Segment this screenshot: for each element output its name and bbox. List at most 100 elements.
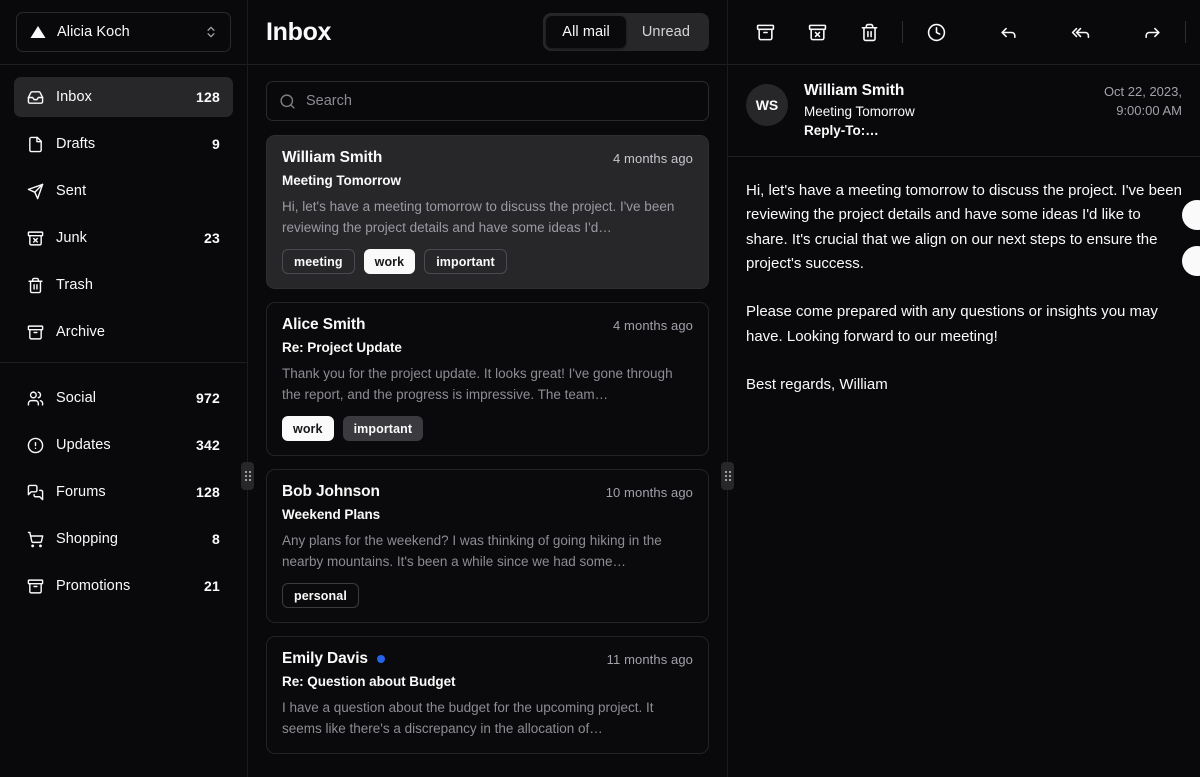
list-resize-handle[interactable]	[727, 0, 728, 777]
mail-label-badge[interactable]: personal	[282, 583, 359, 608]
file-icon	[27, 136, 44, 153]
mail-timestamp: 4 months ago	[613, 318, 693, 333]
mail-list: William Smith 4 months ago Meeting Tomor…	[248, 131, 727, 777]
forward-icon	[1143, 23, 1162, 42]
mail-list-item[interactable]: Alice Smith 4 months ago Re: Project Upd…	[266, 302, 709, 456]
archive-x-icon	[808, 23, 827, 42]
sidebar-resize-handle[interactable]	[247, 0, 248, 777]
tab-unread[interactable]: Unread	[626, 16, 706, 48]
archive-icon	[27, 324, 44, 341]
reader-body: Hi, let's have a meeting tomorrow to dis…	[728, 157, 1200, 777]
trash-button[interactable]	[850, 13, 888, 51]
account-name: Alicia Koch	[57, 24, 204, 40]
sidebar: Alicia Koch Inbox 128 Dra	[0, 0, 248, 777]
sidebar-item-label: Archive	[56, 324, 220, 340]
alert-circle-icon	[27, 437, 44, 454]
reader-subject: Meeting Tomorrow	[804, 104, 1050, 119]
archive-button[interactable]	[746, 13, 784, 51]
mail-preview: Any plans for the weekend? I was thinkin…	[282, 531, 693, 572]
page-title: Inbox	[266, 18, 331, 47]
forward-button[interactable]	[1133, 13, 1171, 51]
mail-list-item[interactable]: Bob Johnson 10 months ago Weekend Plans …	[266, 469, 709, 623]
mail-list-column: Inbox All mail Unread William Smith 4 mo…	[248, 0, 728, 777]
avatar: WS	[746, 84, 788, 126]
reader-reply-to: Reply-To:…	[804, 123, 1050, 138]
sidebar-item-count: 128	[196, 89, 220, 105]
sidebar-item-trash[interactable]: Trash	[14, 265, 233, 305]
mail-label-badge[interactable]: work	[364, 249, 416, 274]
toolbar-divider	[1185, 21, 1186, 43]
sidebar-item-sent[interactable]: Sent	[14, 171, 233, 211]
sidebar-item-inbox[interactable]: Inbox 128	[14, 77, 233, 117]
sidebar-item-social[interactable]: Social 972	[14, 378, 233, 418]
sidebar-item-label: Promotions	[56, 578, 204, 594]
mail-sender: Bob Johnson	[282, 483, 380, 501]
sidebar-item-forums[interactable]: Forums 128	[14, 472, 233, 512]
mail-subject: Re: Question about Budget	[282, 674, 693, 689]
users-icon	[27, 390, 44, 407]
account-zone: Alicia Koch	[0, 0, 247, 65]
mail-preview: Hi, let's have a meeting tomorrow to dis…	[282, 197, 693, 238]
sidebar-item-promotions[interactable]: Promotions 21	[14, 566, 233, 606]
mail-subject: Meeting Tomorrow	[282, 173, 693, 188]
sidebar-item-count: 128	[196, 484, 220, 500]
reply-button[interactable]	[989, 13, 1027, 51]
sidebar-item-archive[interactable]: Archive	[14, 312, 233, 352]
triangle-logo-icon	[29, 23, 47, 41]
snooze-button[interactable]	[917, 13, 955, 51]
unread-indicator-dot	[377, 655, 385, 663]
mail-timestamp: 4 months ago	[613, 151, 693, 166]
mail-label-badge[interactable]: meeting	[282, 249, 355, 274]
sidebar-item-shopping[interactable]: Shopping 8	[14, 519, 233, 559]
mail-app: Alicia Koch Inbox 128 Dra	[0, 0, 1200, 777]
archive-x-icon	[27, 230, 44, 247]
sidebar-item-count: 23	[204, 230, 220, 246]
mail-preview: I have a question about the budget for t…	[282, 698, 693, 739]
reader-toolbar	[728, 0, 1200, 65]
mail-list-item[interactable]: William Smith 4 months ago Meeting Tomor…	[266, 135, 709, 289]
search-zone	[248, 65, 727, 131]
junk-button[interactable]	[798, 13, 836, 51]
mail-label-badge[interactable]: important	[343, 416, 424, 441]
toolbar-divider	[902, 21, 903, 43]
search-box[interactable]	[266, 81, 709, 121]
sidebar-item-junk[interactable]: Junk 23	[14, 218, 233, 258]
search-icon	[279, 93, 296, 110]
reader-meta: William Smith Meeting Tomorrow Reply-To:…	[804, 82, 1050, 138]
mail-timestamp: 10 months ago	[606, 485, 693, 500]
sidebar-item-label: Junk	[56, 230, 204, 246]
sidebar-item-count: 21	[204, 578, 220, 594]
sidebar-item-label: Sent	[56, 183, 220, 199]
sidebar-item-label: Shopping	[56, 531, 212, 547]
shopping-cart-icon	[27, 531, 44, 548]
reply-icon	[999, 23, 1018, 42]
archive-icon	[27, 578, 44, 595]
sidebar-item-count: 8	[212, 531, 220, 547]
sidebar-item-label: Drafts	[56, 136, 212, 152]
mail-label-badge[interactable]: important	[424, 249, 507, 274]
reply-all-icon	[1071, 23, 1090, 42]
search-input[interactable]	[306, 93, 696, 109]
account-switcher[interactable]: Alicia Koch	[16, 12, 231, 52]
sidebar-item-updates[interactable]: Updates 342	[14, 425, 233, 465]
sidebar-item-label: Inbox	[56, 89, 196, 105]
mail-list-header: Inbox All mail Unread	[248, 0, 727, 65]
mail-subject: Weekend Plans	[282, 507, 693, 522]
reader-date: Oct 22, 2023, 9:00:00 AM	[1060, 82, 1182, 121]
send-icon	[27, 183, 44, 200]
mail-label-badge[interactable]: work	[282, 416, 334, 441]
tab-all-mail[interactable]: All mail	[546, 16, 626, 48]
sidebar-item-label: Social	[56, 390, 196, 406]
archive-icon	[756, 23, 775, 42]
mail-filter-tabs: All mail Unread	[543, 13, 709, 51]
grip-dots-icon	[721, 462, 734, 490]
reply-all-button[interactable]	[1061, 13, 1099, 51]
sidebar-item-count: 342	[196, 437, 220, 453]
sidebar-item-drafts[interactable]: Drafts 9	[14, 124, 233, 164]
mail-list-item[interactable]: Emily Davis 11 months ago Re: Question a…	[266, 636, 709, 754]
reader-sender: William Smith	[804, 82, 1050, 100]
reader-header: WS William Smith Meeting Tomorrow Reply-…	[728, 65, 1200, 157]
sidebar-secondary-nav: Social 972 Updates 342 Forums 128	[0, 362, 247, 616]
clock-icon	[927, 23, 946, 42]
chevrons-up-down-icon	[204, 24, 218, 40]
